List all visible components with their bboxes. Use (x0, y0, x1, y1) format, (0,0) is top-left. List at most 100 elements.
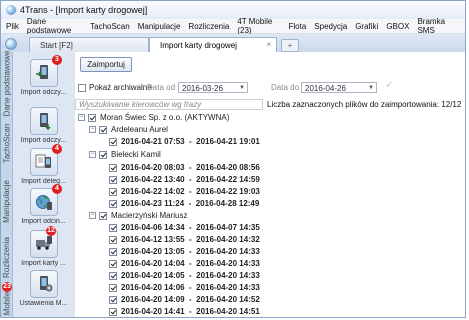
tree-entry-row[interactable]: 2016-04-21 07:53 - 2016-04-21 19:01 (109, 136, 260, 147)
tree-driver-row[interactable]: − Macierzyński Mariusz (89, 210, 187, 221)
company-checkbox[interactable] (88, 113, 96, 122)
sidebar-item-label: Import odczy... (20, 89, 67, 96)
vtab-rozliczenia[interactable]: Rozliczenia (1, 232, 12, 282)
entry-checkbox[interactable] (109, 199, 117, 208)
import-button[interactable]: Zaimportuj (80, 57, 132, 72)
collapse-toggle-icon[interactable]: − (89, 151, 96, 158)
menu-bar: Plik Dane podstawowe TachoScan Manipulac… (1, 17, 465, 35)
entry-checkbox[interactable] (109, 283, 117, 292)
sidebar-item-import-odczytow-2[interactable]: Import odczy... (15, 107, 72, 149)
item-badge: 12 (46, 226, 56, 236)
date-from-label: Data od (147, 83, 176, 92)
tree-entry-row[interactable]: 2016-04-20 13:05 - 2016-04-20 14:33 (109, 246, 260, 257)
tree-entry-row[interactable]: 2016-04-20 14:05 - 2016-04-20 14:33 (109, 270, 260, 281)
sidebar-item-import-karty[interactable]: 12 Import karty ... (15, 226, 72, 272)
tree-entry-row[interactable]: 2016-04-22 13:40 - 2016-04-22 14:59 (109, 174, 260, 185)
entry-checkbox[interactable] (109, 259, 117, 268)
vtab-mobile-label: Mobile (2, 291, 12, 315)
app-orb-icon[interactable] (5, 38, 17, 50)
tree-entry-row[interactable]: 2016-04-22 14:02 - 2016-04-22 19:03 (109, 186, 260, 197)
tree-entry-row[interactable]: 2016-04-20 14:06 - 2016-04-20 14:33 (109, 282, 260, 293)
driver-search-input[interactable]: Wyszukiwanie kierowców wg frazy (75, 99, 263, 110)
date-to-input[interactable]: 2016-04-26 ▼ (301, 82, 377, 93)
menu-manipulacje[interactable]: Manipulacje (138, 22, 181, 31)
entry-checkbox[interactable] (109, 271, 117, 280)
close-tab-icon[interactable]: × (266, 40, 271, 49)
entry-period: 2016-04-06 14:34 - 2016-04-07 14:35 (121, 223, 260, 232)
company-name: Moran Świec Sp. z o.o. (AKTYWNA) (100, 113, 230, 122)
tree-entry-row[interactable]: 2016-04-06 14:34 - 2016-04-07 14:35 (109, 222, 260, 233)
sidebar-vertical-tabs: Dane podstawowe TachoScan Manipulacje Ro… (1, 50, 13, 317)
entry-period: 2016-04-20 14:41 - 2016-04-20 14:51 (121, 307, 260, 316)
tree-driver-row[interactable]: − Bielecki Kamil (89, 149, 161, 160)
entry-checkbox[interactable] (109, 175, 117, 184)
driver-checkbox[interactable] (99, 150, 107, 159)
entry-checkbox[interactable] (109, 137, 117, 146)
phone-download-icon (30, 107, 58, 135)
tab-start[interactable]: Start [F2] (29, 37, 149, 52)
tree-entry-row[interactable]: 2016-04-20 08:03 - 2016-04-20 08:56 (109, 162, 260, 173)
collapse-toggle-icon[interactable]: − (89, 126, 96, 133)
entry-checkbox[interactable] (109, 307, 117, 316)
sidebar-item-import-odcinkow[interactable]: 4 Import odcin... (15, 184, 72, 230)
sidebar-item-ustawienia-mobile[interactable]: Ustawienia M... (15, 270, 72, 312)
selected-files-count: Liczba zaznaczonych plików do zaimportow… (267, 100, 462, 109)
menu-spedycja[interactable]: Spedycja (314, 22, 347, 31)
driver-name: Bielecki Kamil (111, 150, 161, 159)
entry-period: 2016-04-20 14:06 - 2016-04-20 14:33 (121, 283, 260, 292)
sidebar-item-label: Ustawienia M... (19, 300, 68, 307)
menu-bramka-sms[interactable]: Bramka SMS (417, 17, 457, 35)
tree-entry-row[interactable]: 2016-04-20 14:09 - 2016-04-20 14:52 (109, 294, 260, 305)
entry-checkbox[interactable] (109, 223, 117, 232)
tree-entry-row[interactable]: 2016-04-23 11:24 - 2016-04-28 12:49 (109, 198, 259, 209)
item-badge: 4 (52, 184, 62, 194)
entry-period: 2016-04-12 13:55 - 2016-04-20 14:32 (121, 235, 260, 244)
tree-entry-row[interactable]: 2016-04-20 14:41 - 2016-04-20 14:51 (109, 306, 260, 317)
tree-company-row[interactable]: − Moran Świec Sp. z o.o. (AKTYWNA) (78, 112, 229, 123)
tree-entry-row[interactable]: 2016-04-20 14:04 - 2016-04-20 14:33 (109, 258, 260, 269)
tree-entry-row[interactable]: 2016-04-12 13:55 - 2016-04-20 14:32 (109, 234, 260, 245)
collapse-toggle-icon[interactable]: − (78, 114, 85, 121)
driver-checkbox[interactable] (99, 211, 107, 220)
date-from-input[interactable]: 2016-03-26 ▼ (178, 82, 248, 93)
menu-flota[interactable]: Flota (288, 22, 306, 31)
window-title: 4Trans - [Import karty drogowej] (20, 5, 148, 15)
menu-plik[interactable]: Plik (6, 22, 19, 31)
menu-grafiki[interactable]: Grafiki (355, 22, 378, 31)
show-archived-label: Pokaż archiwalne (89, 83, 152, 92)
menu-4t-mobile[interactable]: 4T Mobile (23) (237, 17, 280, 35)
app-window: 4Trans - [Import karty drogowej] Plik Da… (0, 0, 466, 318)
entry-checkbox[interactable] (109, 295, 117, 304)
driver-checkbox[interactable] (99, 125, 107, 134)
entry-checkbox[interactable] (109, 187, 117, 196)
entry-checkbox[interactable] (109, 163, 117, 172)
sidebar-item-import-odczytow-1[interactable]: 3 Import odczy... (15, 55, 72, 101)
entry-period: 2016-04-23 11:24 - 2016-04-28 12:49 (121, 199, 260, 208)
driver-name: Macierzyński Mariusz (111, 211, 188, 220)
show-archived-checkbox[interactable] (78, 84, 86, 92)
sidebar-item-import-delegacji[interactable]: 4 Import deleg... (15, 144, 72, 190)
menu-tachoscan[interactable]: TachoScan (90, 22, 130, 31)
vtab-tachoscan[interactable]: TachoScan (1, 118, 12, 168)
menu-gbox[interactable]: GBOX (386, 22, 409, 31)
entry-period: 2016-04-20 08:03 - 2016-04-20 08:56 (121, 163, 260, 172)
vtab-manipulacje[interactable]: Manipulacje (1, 172, 12, 230)
menu-rozliczenia[interactable]: Rozliczenia (188, 22, 229, 31)
sidebar-item-label: Import karty ... (21, 260, 66, 267)
new-tab-button[interactable]: + (281, 39, 299, 52)
app-logo-icon (6, 5, 16, 15)
entry-checkbox[interactable] (109, 247, 117, 256)
sidebar-item-label: Import odcin... (21, 218, 66, 225)
tab-strip: Start [F2] Import karty drogowej × + (1, 34, 465, 53)
vtab-manipulacje-label: Manipulacje (2, 179, 12, 223)
tree-driver-row[interactable]: − Ardeleanu Aurel (89, 124, 168, 135)
apply-filter-check-icon[interactable]: ✓ (385, 80, 393, 91)
tab-import-karty-drogowej[interactable]: Import karty drogowej × (149, 37, 277, 53)
collapse-toggle-icon[interactable]: − (89, 212, 96, 219)
vtab-mobile[interactable]: Mobile (1, 288, 12, 317)
menu-dane-podstawowe[interactable]: Dane podstawowe (27, 17, 82, 35)
entry-checkbox[interactable] (109, 235, 117, 244)
vtab-dane-podstawowe[interactable]: Dane podstawowe (1, 50, 12, 116)
date-to-value: 2016-04-26 (305, 84, 346, 93)
entry-period: 2016-04-20 14:05 - 2016-04-20 14:33 (121, 271, 260, 280)
